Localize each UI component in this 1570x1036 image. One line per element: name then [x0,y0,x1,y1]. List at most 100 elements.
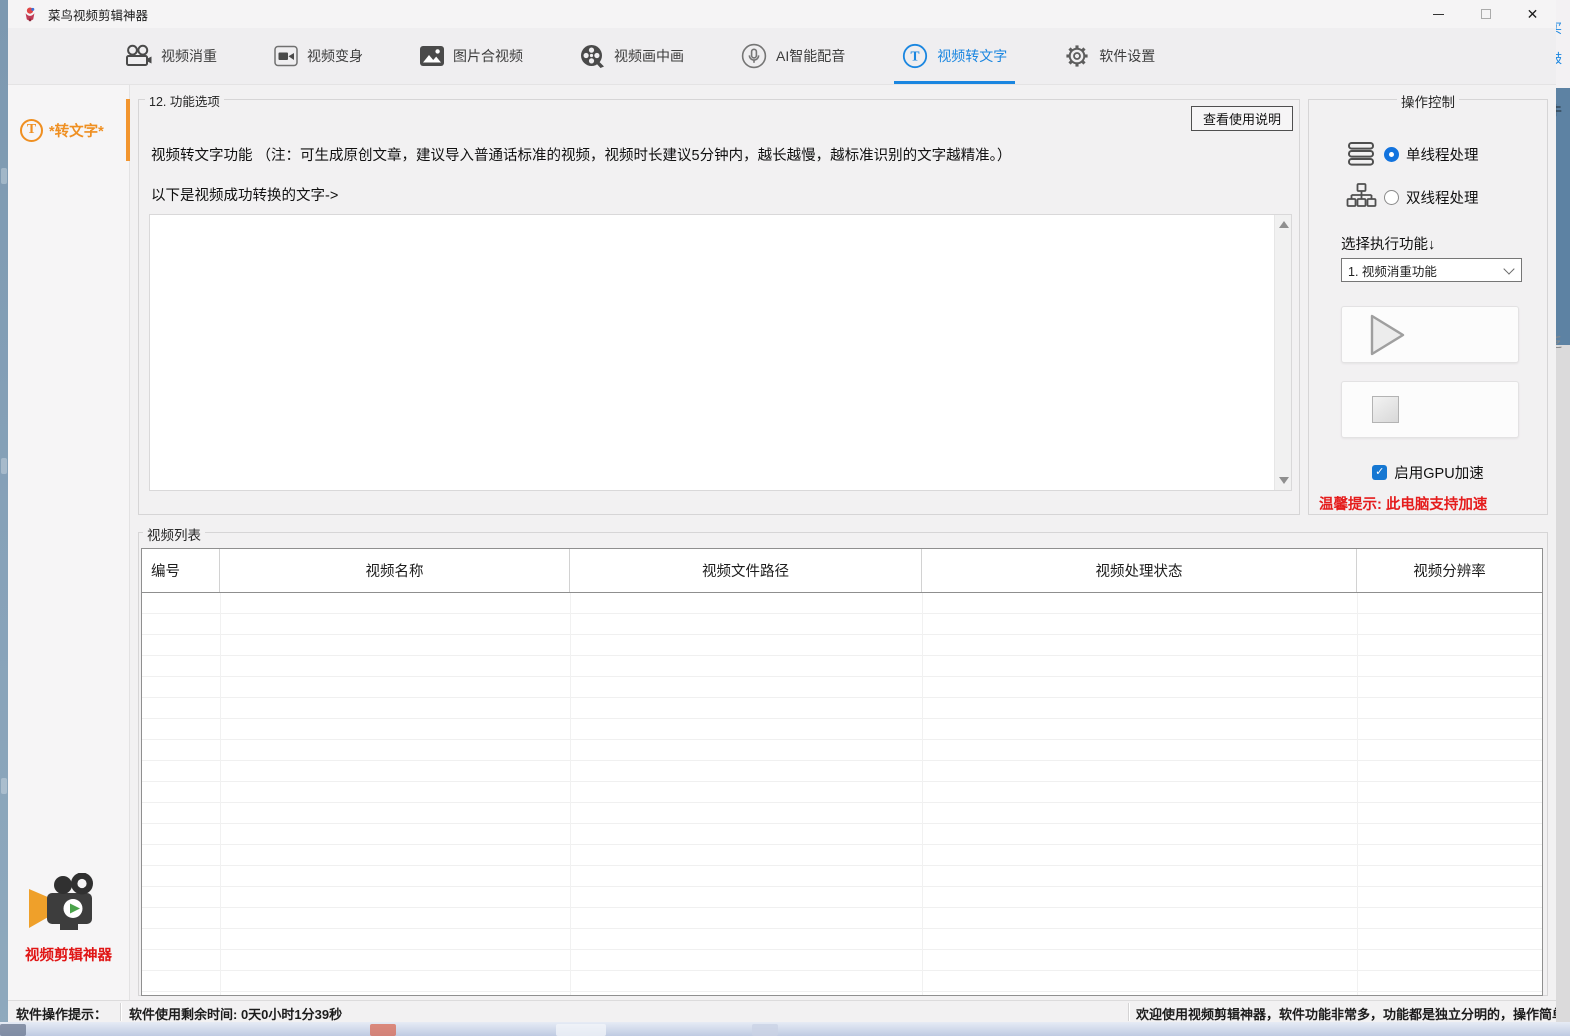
check-icon: ✓ [1375,467,1384,478]
status-bar: 软件操作提示： 软件使用剩余时间: 0天0小时1分39秒 欢迎使用视频剪辑神器，… [8,1000,1556,1022]
tab-label: 软件设置 [1099,46,1155,66]
picture-icon [420,46,444,66]
table-body[interactable] [142,593,1542,995]
remaining-time-text: 软件使用剩余时间: 0天0小时1分39秒 [129,1004,342,1022]
clipped-text-fragment: 买 [1556,18,1570,37]
stop-button[interactable] [1341,381,1519,438]
dual-thread-tree-icon [1345,182,1377,212]
operation-control-group: 操作控制 单线程处理 [1308,99,1548,515]
background-window-fragment [1556,0,1570,88]
dual-thread-row: 双线程处理 [1345,182,1479,212]
tab-settings[interactable]: 软件设置 [1064,28,1155,84]
app-logo: 视频剪辑神器 [8,873,129,965]
sidebar-item-to-text[interactable]: T *转文字* [8,97,129,163]
column-header-video-name[interactable]: 视频名称 [220,549,570,592]
maximize-button[interactable] [1462,0,1509,28]
column-header-process-status[interactable]: 视频处理状态 [922,549,1357,592]
tab-label: 视频画中画 [614,46,684,66]
column-header-number[interactable]: 编号 [142,549,220,592]
title-bar: 菜鸟视频剪辑神器 ✕ [8,0,1556,28]
function-select-value: 1. 视频消重功能 [1348,261,1437,280]
single-thread-label: 单线程处理 [1406,144,1479,165]
clipped-text-fragment: 牛 [1556,100,1570,119]
movie-camera-icon [124,44,152,68]
content-area: 12. 功能选项 查看使用说明 视频转文字功能 （注：可生成原创文章，建议导入普… [130,85,1556,1000]
film-reel-icon [580,44,605,69]
circled-t-icon: T [20,119,43,142]
gpu-acceleration-row: ✓ 启用GPU加速 [1309,462,1547,483]
tab-video-to-text[interactable]: T 视频转文字 [902,28,1007,84]
stop-icon [1372,396,1399,423]
minimize-icon [1433,14,1444,15]
dual-thread-radio[interactable] [1384,190,1399,205]
feature-description: 视频转文字功能 （注：可生成原创文章，建议导入普通话标准的视频，视频时长建议5分… [151,144,1011,165]
taskbar-sliver [0,1022,1570,1036]
minimize-button[interactable] [1415,0,1462,28]
single-thread-row: 单线程处理 [1345,140,1479,168]
scroll-up-icon[interactable] [1279,221,1289,228]
window-title: 菜鸟视频剪辑神器 [48,5,148,24]
logo-caption: 视频剪辑神器 [8,944,129,965]
play-icon [1370,314,1406,356]
gpu-label: 启用GPU加速 [1394,462,1483,483]
tab-ai-dubbing[interactable]: AI智能配音 [741,28,845,84]
view-instructions-button[interactable]: 查看使用说明 [1191,106,1293,131]
status-divider [1128,1003,1129,1021]
edge-decoration [1,458,7,474]
svg-text:T: T [911,49,920,64]
vertical-scrollbar[interactable] [1274,215,1291,490]
close-icon: ✕ [1527,7,1539,21]
close-button[interactable]: ✕ [1509,0,1556,28]
taskbar-item-fragment [752,1024,778,1036]
app-window: 菜鸟视频剪辑神器 ✕ 视频消重 [8,0,1556,1022]
tab-video-transform[interactable]: 视频变身 [274,28,363,84]
single-thread-radio[interactable] [1384,147,1399,162]
transcript-output-box [149,214,1292,491]
camcorder-icon [274,45,298,67]
column-header-file-path[interactable]: 视频文件路径 [570,549,922,592]
window-controls: ✕ [1415,0,1556,28]
select-function-label: 选择执行功能↓ [1341,233,1435,254]
tab-label: 视频转文字 [937,46,1007,66]
main-tab-bar: 视频消重 视频变身 图片合视频 [8,28,1556,85]
clipped-text-fragment: 乏 [1556,332,1570,351]
group-title: 12. 功能选项 [145,91,224,110]
video-list-table: 编号 视频名称 视频文件路径 视频处理状态 视频分辨率 [141,548,1543,996]
taskbar-item-fragment [0,1024,26,1036]
maximize-icon [1481,9,1491,19]
status-divider [120,1003,121,1021]
app-logo-icon [22,6,39,23]
scroll-down-icon[interactable] [1279,477,1289,484]
column-header-resolution[interactable]: 视频分辨率 [1357,549,1542,592]
gpu-support-tip: 温馨提示: 此电脑支持加速 [1319,493,1487,514]
group-title: 视频列表 [143,524,205,544]
transcript-output[interactable] [150,215,1273,490]
result-hint: 以下是视频成功转换的文字-> [151,184,338,205]
table-header-row: 编号 视频名称 视频文件路径 视频处理状态 视频分辨率 [142,549,1542,593]
taskbar-item-fragment [556,1024,606,1036]
clipped-text-fragment: 鼓 [1556,48,1570,67]
tab-picture-in-picture[interactable]: 视频画中画 [580,28,684,84]
microphone-icon [741,43,767,69]
start-button[interactable] [1341,306,1519,363]
edge-decoration [1,778,7,794]
tab-label: 视频变身 [307,46,363,66]
taskbar-item-fragment [370,1024,396,1036]
gear-icon [1064,43,1090,69]
gpu-checkbox[interactable]: ✓ [1372,465,1387,480]
sidebar-item-label: *转文字* [49,120,104,141]
tab-image-to-video[interactable]: 图片合视频 [420,28,523,84]
video-camera-logo-icon [29,873,109,935]
function-select[interactable]: 1. 视频消重功能 [1341,258,1522,282]
single-thread-stack-icon [1345,140,1377,168]
table-column-divider [1357,593,1358,995]
tab-video-dedupe[interactable]: 视频消重 [124,28,217,84]
background-window-left-edge [0,0,8,1036]
tab-label: 图片合视频 [453,46,523,66]
background-window-right-edge: 买 鼓 牛 乏 [1556,0,1570,1022]
background-window-fragment [1556,88,1570,345]
edge-decoration [1,168,7,184]
circled-t-icon: T [902,43,928,69]
chevron-down-icon [1503,263,1514,274]
dual-thread-label: 双线程处理 [1406,187,1479,208]
